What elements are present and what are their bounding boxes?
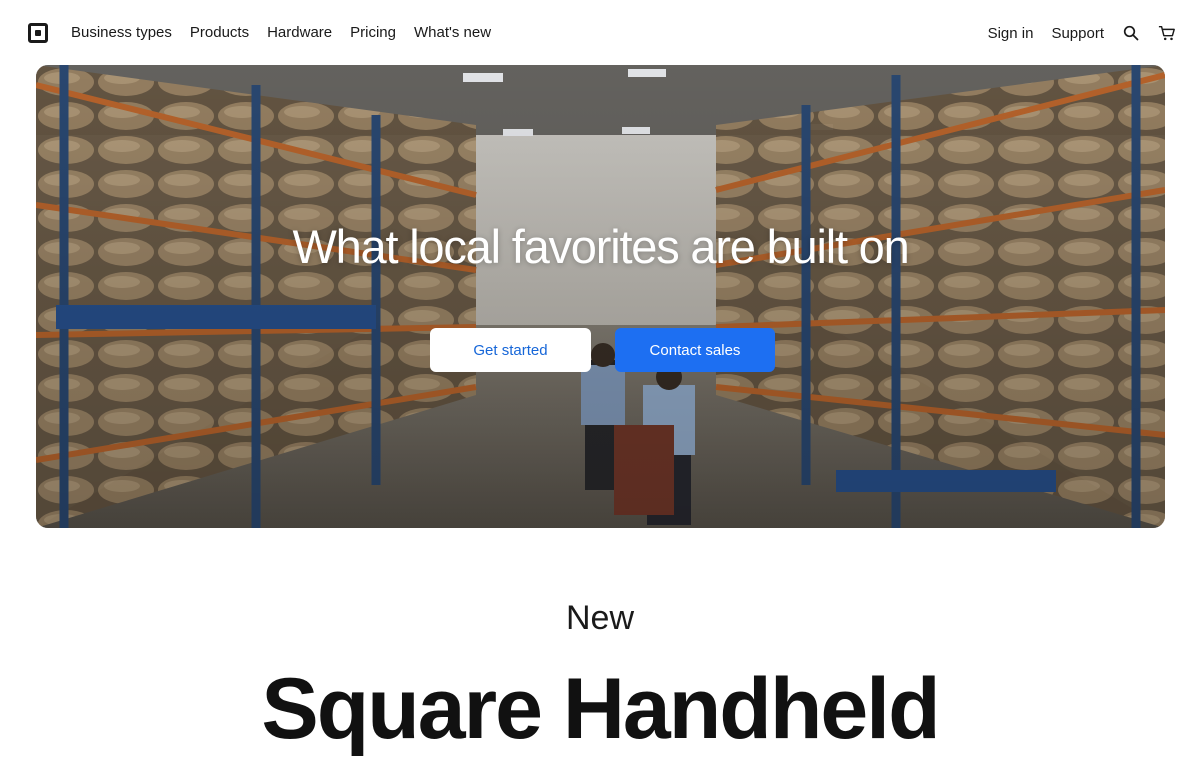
square-logo[interactable] [28,23,48,43]
cart-icon[interactable] [1158,24,1176,42]
sign-in-link[interactable]: Sign in [988,25,1034,42]
primary-nav: Business types Products Hardware Pricing… [71,24,491,41]
section-eyebrow: New [565,599,635,637]
get-started-button[interactable]: Get started [430,328,591,372]
support-link[interactable]: Support [1051,25,1104,42]
utility-nav: Sign in Support [988,24,1176,42]
nav-business-types[interactable]: Business types [71,24,172,41]
nav-whats-new[interactable]: What's new [414,24,491,41]
nav-pricing[interactable]: Pricing [350,24,396,41]
hero-buttons: Get started Contact sales [36,328,1165,372]
top-navigation: Business types Products Hardware Pricing… [0,0,1200,66]
nav-hardware[interactable]: Hardware [267,24,332,41]
hero-title: What local favorites are built on [292,220,909,273]
search-icon[interactable] [1122,24,1140,42]
hero-overlay [36,65,1165,528]
contact-sales-button[interactable]: Contact sales [615,328,775,372]
nav-products[interactable]: Products [190,24,249,41]
hero-banner: What local favorites are built on Get st… [36,65,1165,528]
section-heading: Square Handheld [261,661,940,757]
